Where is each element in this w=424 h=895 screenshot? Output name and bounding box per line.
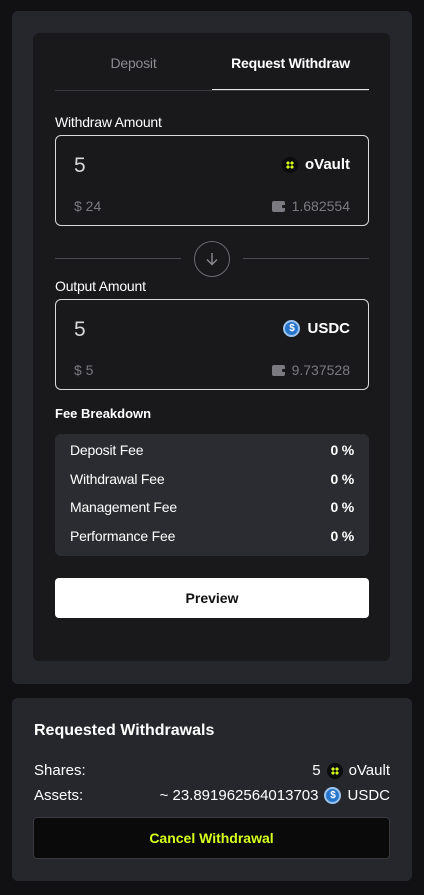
output-balance[interactable]: 9.737528 [271,362,350,378]
ovault-icon [281,156,298,173]
usdc-icon: $ [324,787,342,804]
vault-action-panel: Deposit Request Withdraw Withdraw Amount… [12,11,412,684]
cancel-withdrawal-button[interactable]: Cancel Withdrawal [33,817,390,859]
shares-value-group: 5 oVault [312,762,390,779]
output-balance-value: 9.737528 [291,362,350,378]
tab-request-withdraw[interactable]: Request Withdraw [212,55,369,71]
fee-breakdown-table: Deposit Fee 0 % Withdrawal Fee 0 % Manag… [55,434,369,556]
shares-value: 5 [312,762,321,779]
fee-value: 0 % [330,442,354,458]
output-amount-input[interactable] [74,318,224,342]
requested-withdrawals-panel: Requested Withdrawals Shares: 5 oVault A… [12,698,412,881]
assets-label: Assets: [34,787,84,804]
vault-action-card: Deposit Request Withdraw Withdraw Amount… [33,33,390,661]
fee-breakdown-title: Fee Breakdown [55,406,152,421]
output-amount-box: $ USDC $ 5 9.737528 [55,299,369,390]
assets-value-group: ~ 23.891962564013703 $ USDC [160,787,390,804]
tab-divider [55,90,369,91]
active-tab-indicator [212,89,369,90]
tabs: Deposit Request Withdraw [55,33,369,91]
withdraw-amount-box: oVault $ 24 1.682554 [55,135,369,226]
withdraw-amount-input[interactable] [74,154,224,178]
fee-value: 0 % [330,471,354,487]
withdraw-token: oVault [281,156,350,173]
requested-withdrawals-title: Requested Withdrawals [34,722,215,739]
withdraw-token-symbol: oVault [304,156,350,173]
assets-value: ~ 23.891962564013703 [159,787,319,804]
fee-value: 0 % [330,528,354,544]
fee-name: Management Fee [70,499,177,515]
tab-deposit[interactable]: Deposit [55,55,212,71]
withdraw-amount-label: Withdraw Amount [55,114,162,130]
wallet-icon [271,200,286,212]
output-amount-label: Output Amount [55,278,146,294]
fee-name: Withdrawal Fee [70,471,165,487]
fee-row: Performance Fee 0 % [70,528,354,544]
swap-divider [55,241,369,277]
output-token-symbol: USDC [307,320,350,337]
fee-row: Deposit Fee 0 % [70,442,354,458]
fee-row: Management Fee 0 % [70,499,354,515]
shares-row: Shares: 5 oVault [34,762,390,779]
withdraw-balance[interactable]: 1.682554 [271,198,350,214]
arrow-down-icon[interactable] [194,241,230,277]
withdraw-usd-value: $ 24 [74,198,102,214]
preview-button[interactable]: Preview [55,578,369,618]
divider-line-right [243,258,369,259]
fee-value: 0 % [330,499,354,515]
fee-name: Performance Fee [70,528,176,544]
assets-token: USDC [347,787,390,804]
ovault-icon [326,762,343,779]
assets-row: Assets: ~ 23.891962564013703 $ USDC [34,787,390,804]
wallet-icon [271,364,286,376]
divider-line-left [55,258,181,259]
shares-label: Shares: [34,762,86,779]
output-token: $ USDC [283,320,350,337]
fee-row: Withdrawal Fee 0 % [70,471,354,487]
output-usd-value: $ 5 [74,362,94,378]
usdc-icon: $ [283,320,301,337]
shares-token: oVault [348,762,390,779]
fee-name: Deposit Fee [70,442,144,458]
withdraw-balance-value: 1.682554 [291,198,350,214]
